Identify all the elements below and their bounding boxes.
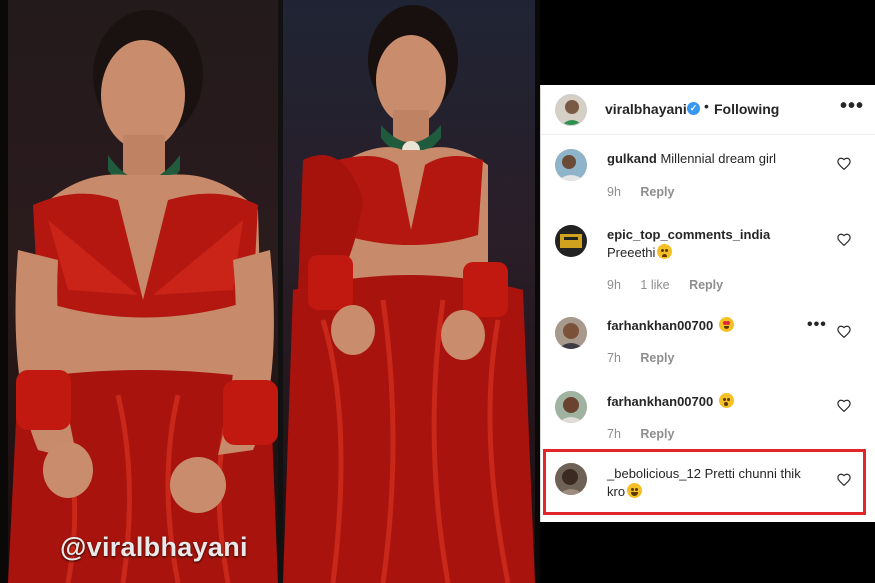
avatar[interactable] xyxy=(555,391,587,423)
post-photo: @viralbhayani xyxy=(0,0,540,583)
comment-username[interactable]: epic_top_comments_india xyxy=(607,227,770,242)
verified-badge-icon: ✓ xyxy=(687,102,700,115)
heart-icon[interactable] xyxy=(837,325,851,338)
astonished-emoji-icon xyxy=(718,393,734,408)
top-black-bar xyxy=(540,0,875,85)
comment-more-icon[interactable]: ••• xyxy=(807,316,827,334)
heart-icon[interactable] xyxy=(837,157,851,170)
comment-time: 9h xyxy=(607,185,621,199)
avatar-image xyxy=(556,95,586,125)
post-header: viralbhayani ✓ • Following ••• xyxy=(541,85,875,135)
comment-meta: 7h Reply xyxy=(607,351,690,365)
avatar-image xyxy=(555,391,587,423)
bottom-black-bar xyxy=(540,522,875,583)
highlight-annotation-box xyxy=(543,449,866,515)
photo-watermark: @viralbhayani xyxy=(60,532,248,562)
model-figure-right xyxy=(283,5,535,583)
more-options-icon[interactable]: ••• xyxy=(840,95,864,118)
photo-right-frame xyxy=(283,0,535,583)
comment-username[interactable]: farhankhan00700 xyxy=(607,394,713,409)
comment-likes[interactable]: 1 like xyxy=(640,278,669,292)
avatar[interactable] xyxy=(555,94,587,126)
comment-text: epic_top_comments_india Preeethi xyxy=(607,226,827,262)
photo-left-frame xyxy=(8,0,278,583)
comment-text: gulkand Millennial dream girl xyxy=(607,150,827,168)
post-author-username[interactable]: viralbhayani xyxy=(605,101,687,117)
comment-body: Preeethi xyxy=(607,245,656,260)
avatar-image xyxy=(555,317,587,349)
reply-button[interactable]: Reply xyxy=(640,427,674,441)
avatar[interactable] xyxy=(555,149,587,181)
comment-meta: 9h Reply xyxy=(607,185,690,199)
frowning-emoji-icon xyxy=(657,244,673,259)
heart-icon[interactable] xyxy=(837,233,851,246)
reply-button[interactable]: Reply xyxy=(640,185,674,199)
avatar-image xyxy=(555,225,587,257)
avatar-image xyxy=(555,149,587,181)
comment-time: 7h xyxy=(607,427,621,441)
avatar[interactable] xyxy=(555,225,587,257)
comment-row: gulkand Millennial dream girl 9h Reply xyxy=(541,147,875,207)
comment-row: epic_top_comments_india Preeethi 9h 1 li… xyxy=(541,224,875,294)
reply-button[interactable]: Reply xyxy=(640,351,674,365)
comment-body: Millennial dream girl xyxy=(660,151,777,166)
comment-username[interactable]: farhankhan00700 xyxy=(607,318,713,333)
comment-text: farhankhan00700 xyxy=(607,317,827,335)
model-figure-left xyxy=(8,10,278,583)
separator-dot: • xyxy=(704,98,709,114)
comment-meta: 9h 1 like Reply xyxy=(607,278,739,292)
comment-username[interactable]: gulkand xyxy=(607,151,657,166)
star-struck-emoji-icon xyxy=(718,317,734,332)
comment-row: farhankhan00700 7h Reply xyxy=(541,391,875,446)
avatar[interactable] xyxy=(555,317,587,349)
following-button[interactable]: Following xyxy=(714,101,779,117)
comment-time: 9h xyxy=(607,278,621,292)
comment-row: farhankhan00700 ••• 7h Reply xyxy=(541,316,875,372)
reply-button[interactable]: Reply xyxy=(689,278,723,292)
comment-time: 7h xyxy=(607,351,621,365)
comment-text: farhankhan00700 xyxy=(607,393,827,411)
comment-meta: 7h Reply xyxy=(607,427,690,441)
heart-icon[interactable] xyxy=(837,399,851,412)
